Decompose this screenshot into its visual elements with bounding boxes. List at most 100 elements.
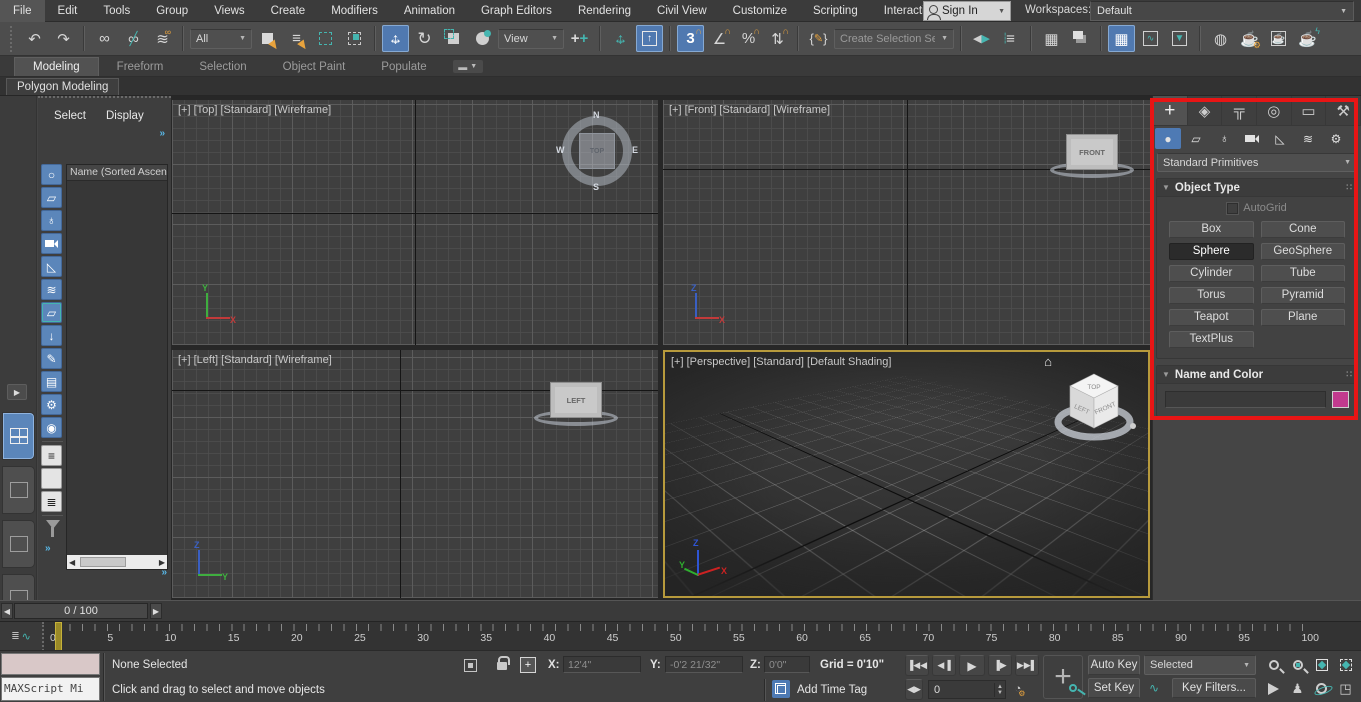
maximize-viewport-toggle[interactable]: ◳ — [1334, 678, 1357, 699]
timeline-playhead[interactable] — [55, 622, 62, 651]
unlink-selection-button[interactable]: ∞ ╱ — [120, 25, 147, 52]
explorer-list-header[interactable]: Name (Sorted Ascend — [67, 165, 167, 181]
scroll-thumb[interactable] — [80, 557, 126, 567]
select-object-button[interactable] — [254, 25, 281, 52]
workspace-dropdown[interactable]: Default ▼ — [1090, 1, 1354, 21]
viewcube-front[interactable]: FRONT — [1066, 134, 1118, 170]
category-shapes[interactable]: ▱ — [1183, 128, 1209, 149]
select-and-rotate-button[interactable]: ↻ — [411, 25, 438, 52]
scroll-left-icon[interactable]: ◀ — [69, 558, 75, 567]
teapot-button[interactable]: Teapot — [1169, 309, 1254, 326]
y-coordinate-field[interactable]: -0'2 21/32" — [665, 656, 743, 673]
go-to-start-button[interactable]: ▐◀◀ — [905, 655, 929, 676]
filter-icon[interactable] — [45, 520, 60, 537]
select-and-manipulate-button[interactable]: ↔ ↕ — [607, 25, 634, 52]
zoom-extents-all-button[interactable] — [1334, 654, 1357, 675]
mini-curve-editor-button[interactable]: ≣ ∿ — [0, 622, 44, 651]
category-helpers[interactable]: ◺ — [1267, 128, 1293, 149]
display-xrefs-icon[interactable]: ↓ — [41, 325, 62, 346]
explorer-list[interactable]: Name (Sorted Ascend ◀ ▶ — [66, 164, 168, 570]
tube-button[interactable]: Tube — [1260, 265, 1345, 282]
select-and-move-button[interactable]: ↔ ↕ — [382, 25, 409, 52]
explorer-display-menu[interactable]: Display — [106, 110, 144, 122]
angle-snap-toggle[interactable]: ∠ ∩ — [706, 25, 733, 52]
window-crossing-toggle[interactable] — [341, 25, 368, 52]
viewport-perspective[interactable]: [+] [Perspective] [Standard] [Default Sh… — [663, 350, 1150, 598]
menu-item[interactable]: Create — [258, 0, 319, 22]
x-coordinate-field[interactable]: 12'4" — [563, 656, 641, 673]
selection-lock-toggle[interactable] — [492, 653, 512, 673]
category-systems[interactable]: ⚙ — [1323, 128, 1349, 149]
viewport-front-label[interactable]: [+] [Front] [Standard] [Wireframe] — [669, 104, 830, 116]
display-groups-icon[interactable]: ▱ — [41, 302, 62, 323]
select-and-place-button[interactable] — [469, 25, 496, 52]
textplus-button[interactable]: TextPlus — [1169, 331, 1254, 348]
absolute-relative-coords-toggle[interactable]: + — [518, 655, 538, 675]
menu-item[interactable]: Graph Editors — [468, 0, 565, 22]
next-frame-button[interactable]: ▐▶ — [988, 655, 1012, 676]
viewport-perspective-label[interactable]: [+] [Perspective] [Standard] [Default Sh… — [671, 356, 891, 368]
polygon-modeling-panel-tab[interactable]: Polygon Modeling — [6, 78, 120, 95]
menu-item[interactable]: Animation — [391, 0, 468, 22]
ribbon-tab-freeform[interactable]: Freeform — [99, 58, 182, 76]
menu-item[interactable]: Group — [143, 0, 201, 22]
geosphere-button[interactable]: GeoSphere — [1260, 243, 1345, 260]
plane-button[interactable]: Plane — [1260, 309, 1345, 326]
time-slider-next-button[interactable]: ▶ — [150, 603, 162, 619]
explorer-overflow-chevron[interactable]: » — [159, 128, 165, 139]
isolate-selection-toggle[interactable] — [460, 655, 480, 675]
rendered-frame-window-button[interactable]: ☕ — [1265, 25, 1292, 52]
toggle-layer-explorer-button[interactable] — [1067, 25, 1094, 52]
track-bar[interactable]: ≣ ∿ 0 5 10 15 20 25 30 35 40 45 50 55 60 65 70 75 80 85 90 9… — [0, 621, 1361, 651]
add-time-tag-icon[interactable] — [772, 680, 790, 698]
render-production-button[interactable]: ☕ ϟ — [1294, 25, 1321, 52]
display-lights-icon[interactable]: ♀ — [41, 210, 62, 231]
blank-view-icon[interactable] — [41, 468, 62, 489]
torus-button[interactable]: Torus — [1169, 287, 1254, 304]
display-visibility-icon[interactable]: ◉ — [41, 417, 62, 438]
maxscript-mini-listener[interactable]: MAXScript Mi — [1, 677, 100, 701]
selection-filter-dropdown[interactable]: All ▼ — [190, 28, 252, 49]
time-configuration-button[interactable]: ◔ ⚙ — [1010, 679, 1030, 699]
mirror-button[interactable]: ◀ ▶ — [968, 25, 995, 52]
tab-display[interactable]: ▭ — [1291, 96, 1327, 125]
name-color-rollout-header[interactable]: ▼ Name and Color ∷ — [1157, 366, 1357, 384]
tab-hierarchy[interactable]: ╦ — [1222, 96, 1258, 125]
redo-button[interactable]: ↷ — [50, 25, 77, 52]
box-button[interactable]: Box — [1169, 221, 1254, 238]
explorer-h-scrollbar[interactable]: ◀ ▶ — [67, 555, 167, 569]
time-slider-handle[interactable]: 0 / 100 — [14, 603, 148, 619]
align-button[interactable]: ≡ ┆ — [997, 25, 1024, 52]
display-space-warps-icon[interactable]: ≋ — [41, 279, 62, 300]
explorer-more-chevron[interactable]: » — [45, 543, 64, 554]
spinner-arrows-icon[interactable]: ▲ ▼ — [994, 682, 1005, 697]
keyboard-shortcut-override-toggle[interactable]: ↑ — [636, 25, 663, 52]
sphere-button[interactable]: Sphere — [1169, 243, 1254, 260]
layout-tab-1[interactable] — [2, 466, 35, 514]
ribbon-tab-object-paint[interactable]: Object Paint — [265, 58, 364, 76]
percent-snap-toggle[interactable]: % ∩ — [735, 25, 762, 52]
pyramid-button[interactable]: Pyramid — [1260, 287, 1345, 304]
menu-item[interactable]: Edit — [45, 0, 91, 22]
curve-editor-button[interactable]: ∿ — [1137, 25, 1164, 52]
layout-tab-quad[interactable] — [2, 412, 35, 460]
menu-item[interactable]: Rendering — [565, 0, 644, 22]
object-type-rollout-header[interactable]: ▼ Object Type ∷ — [1157, 179, 1357, 197]
detail-view-icon[interactable]: ≣ — [41, 491, 62, 512]
play-button[interactable]: ▶ — [959, 655, 985, 676]
display-helpers-icon[interactable]: ◺ — [41, 256, 62, 277]
previous-frame-button[interactable]: ◀▐ — [932, 655, 956, 676]
walk-through-button[interactable]: ♟ — [1286, 678, 1309, 699]
menu-item[interactable]: Civil View — [644, 0, 720, 22]
layout-tabs-expand-button[interactable]: ▶ — [7, 384, 27, 400]
ribbon-tab-populate[interactable]: Populate — [363, 58, 444, 76]
go-to-end-button[interactable]: ▶▶▌ — [1015, 655, 1039, 676]
snaps-toggle-3d[interactable]: 3 ∩ — [677, 25, 704, 52]
rectangular-selection-region-button[interactable] — [312, 25, 339, 52]
viewport-top[interactable]: [+] [Top] [Standard] [Wireframe] TOP N S… — [172, 100, 658, 345]
menu-item[interactable]: Scripting — [800, 0, 871, 22]
explorer-bottom-chevron[interactable]: » — [161, 567, 167, 578]
named-selection-sets-dropdown[interactable]: Create Selection Se ▼ — [834, 28, 954, 49]
cone-button[interactable]: Cone — [1260, 221, 1345, 238]
tab-motion[interactable]: ◎ — [1257, 96, 1292, 125]
